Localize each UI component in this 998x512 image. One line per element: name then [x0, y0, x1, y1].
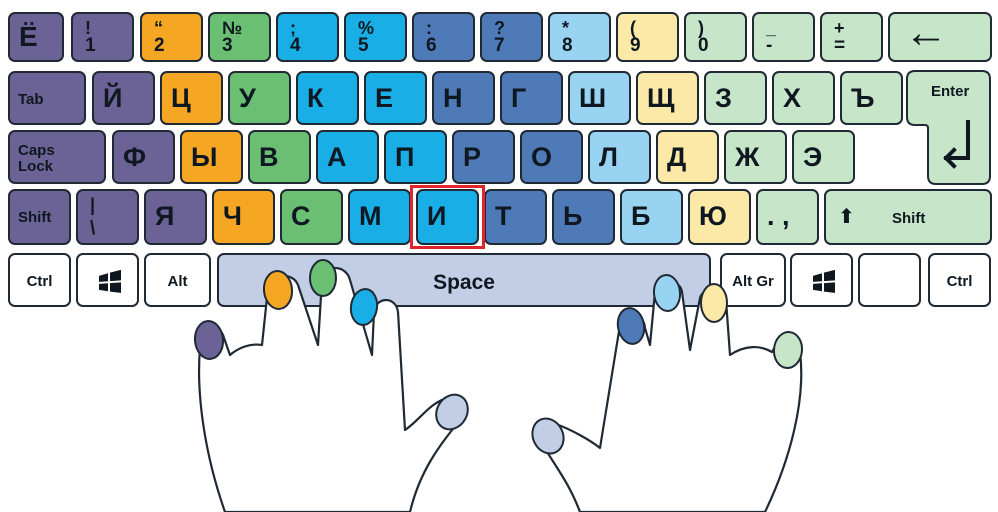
right-hand — [537, 280, 803, 512]
hands-illustration — [193, 259, 804, 512]
highlighted-key-frame — [410, 185, 485, 249]
left-fingernail-3 — [309, 259, 337, 297]
left-hand — [197, 266, 465, 512]
left-fingernail-1 — [193, 320, 225, 360]
right-fingernail-4 — [700, 283, 728, 323]
